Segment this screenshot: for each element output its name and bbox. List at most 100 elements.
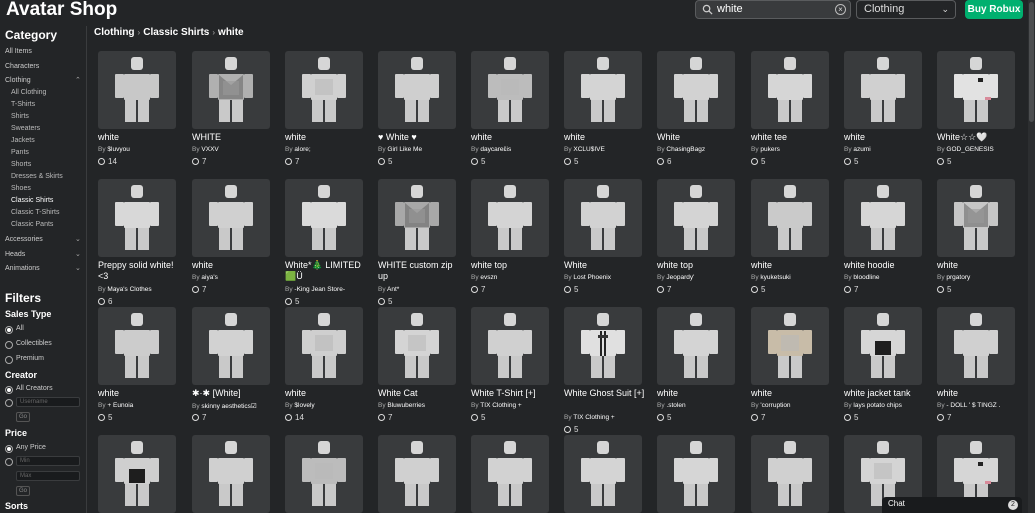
creator-name[interactable]: kyuketsuki [760, 274, 790, 281]
item-name[interactable]: white jacket tank [844, 388, 926, 399]
creator-name[interactable]: Bluwuberries [387, 402, 425, 409]
creator-username-input[interactable]: Username [16, 397, 80, 407]
sidebar-sub-t-shirts[interactable]: T-Shirts [11, 101, 35, 108]
creator-name[interactable]: TIX Clothing + [573, 414, 614, 421]
item-name[interactable]: white top [471, 260, 553, 271]
scrollbar-thumb[interactable] [1029, 2, 1034, 122]
sidebar-sub-shorts[interactable]: Shorts [11, 161, 31, 168]
item-thumbnail[interactable] [471, 179, 549, 257]
item-thumbnail[interactable] [378, 307, 456, 385]
item-name[interactable]: white [98, 388, 180, 399]
creator-name[interactable]: GOD_GENESIS [946, 146, 993, 153]
breadcrumb-classic-shirts[interactable]: Classic Shirts [143, 27, 209, 38]
breadcrumb-clothing[interactable]: Clothing [94, 27, 135, 38]
item-name[interactable]: white [937, 388, 1019, 399]
sidebar-sub-classic-t-shirts[interactable]: Classic T-Shirts [11, 209, 60, 216]
item-name[interactable]: white [98, 132, 180, 143]
sales-type-collectibles-label[interactable]: Collectibles [16, 340, 52, 347]
item-thumbnail[interactable] [471, 307, 549, 385]
item-creator[interactable]: By daycareɛ̈is [471, 146, 511, 153]
item-creator[interactable]: By lays potato chips [844, 402, 902, 409]
price-any-label[interactable]: Any Price [16, 444, 46, 451]
item-thumbnail[interactable] [192, 307, 270, 385]
item-thumbnail[interactable] [285, 435, 363, 513]
sidebar-item-heads[interactable]: Heads [5, 251, 25, 258]
item-thumbnail[interactable] [98, 435, 176, 513]
item-thumbnail[interactable] [564, 435, 642, 513]
item-name[interactable]: white [751, 260, 833, 271]
sales-type-collectibles-radio[interactable] [5, 341, 13, 349]
item-name[interactable]: White*🎄 LIMITED🟩Ü [285, 260, 367, 282]
item-thumbnail[interactable] [564, 51, 642, 129]
sidebar-sub-classic-shirts[interactable]: Classic Shirts [11, 197, 53, 204]
item-creator[interactable]: By 'corruption [751, 402, 791, 409]
item-thumbnail[interactable] [192, 435, 270, 513]
sales-type-all-label[interactable]: All [16, 325, 24, 332]
item-thumbnail[interactable] [751, 51, 829, 129]
creator-name[interactable]: - DOLL ' $ TINGZ . [946, 402, 1000, 409]
item-creator[interactable]: By alore; [285, 146, 311, 153]
item-creator[interactable]: By - DOLL ' $ TINGZ . [937, 402, 1000, 409]
item-thumbnail[interactable] [285, 179, 363, 257]
item-creator[interactable]: By skinny aesthetics☑ [192, 402, 257, 410]
sidebar-sub-shoes[interactable]: Shoes [11, 185, 31, 192]
creator-name[interactable]: azumi [853, 146, 870, 153]
item-name[interactable]: WHITE [192, 132, 274, 143]
creator-name[interactable]: Lost Phoenix [573, 274, 611, 281]
item-thumbnail[interactable] [378, 51, 456, 129]
creator-name[interactable]: lays potato chips [853, 402, 901, 409]
item-name[interactable]: White T-Shirt [+] [471, 388, 553, 399]
item-thumbnail[interactable] [564, 179, 642, 257]
sidebar-sub-sweaters[interactable]: Sweaters [11, 125, 40, 132]
item-name[interactable]: white [564, 132, 646, 143]
item-creator[interactable]: By Maya's Clothes [98, 286, 152, 293]
creator-name[interactable]: $lovely [294, 402, 314, 409]
sidebar-item-accessories[interactable]: Accessories [5, 236, 43, 243]
creator-name[interactable]: ChasingBagz [666, 146, 705, 153]
item-name[interactable]: white hoodie [844, 260, 926, 271]
item-thumbnail[interactable] [471, 435, 549, 513]
price-range-radio[interactable] [5, 458, 13, 466]
item-creator[interactable]: By kyuketsuki [751, 274, 791, 281]
creator-name[interactable]: Jeopardy' [666, 274, 694, 281]
chevron-down-icon[interactable]: ⌄ [75, 235, 81, 243]
category-select[interactable]: Clothing ⌄ [856, 0, 956, 19]
item-name[interactable]: white [657, 388, 739, 399]
item-name[interactable]: white [751, 388, 833, 399]
clear-icon[interactable]: × [835, 4, 846, 15]
sales-type-premium-radio[interactable] [5, 356, 13, 364]
creator-username-radio[interactable] [5, 399, 13, 407]
sidebar-sub-all-clothing[interactable]: All Clothing [11, 89, 46, 96]
item-name[interactable]: White [564, 260, 646, 271]
chevron-down-icon[interactable]: ⌄ [75, 250, 81, 258]
item-name[interactable]: WHITE custom zip up [378, 260, 460, 282]
item-creator[interactable]: By -King Jean Store- [285, 286, 345, 293]
sidebar-sub-classic-pants[interactable]: Classic Pants [11, 221, 53, 228]
item-creator[interactable]: By XCLU$IVE [564, 146, 605, 153]
item-creator[interactable]: By Lost Phoenix [564, 274, 611, 281]
item-thumbnail[interactable] [751, 179, 829, 257]
item-creator[interactable]: By bloodline [844, 274, 879, 281]
sidebar-sub-jackets[interactable]: Jackets [11, 137, 35, 144]
item-thumbnail[interactable] [98, 179, 176, 257]
item-thumbnail[interactable] [471, 51, 549, 129]
creator-name[interactable]: VXXV [201, 146, 218, 153]
item-name[interactable]: White Ghost Suit [+] [564, 388, 646, 399]
item-thumbnail[interactable] [751, 307, 829, 385]
creator-name[interactable]: -King Jean Store- [294, 286, 345, 293]
chat-bar[interactable]: Chat 2 [882, 497, 1022, 513]
item-name[interactable]: white [937, 260, 1019, 271]
item-creator[interactable]: By TIX Clothing + [471, 402, 522, 409]
item-creator[interactable]: By GOD_GENESIS [937, 146, 994, 153]
item-name[interactable]: White☆☆🤍 [937, 132, 1019, 143]
item-creator[interactable]: By + Eunoia [98, 402, 133, 409]
item-thumbnail[interactable] [285, 51, 363, 129]
sidebar-sub-dresses-skirts[interactable]: Dresses & Skirts [11, 173, 63, 180]
price-go-button[interactable]: Go [16, 486, 30, 496]
item-creator[interactable]: By TIX Clothing + [564, 414, 615, 421]
item-creator[interactable]: By Bluwuberries [378, 402, 425, 409]
buy-robux-button[interactable]: Buy Robux [965, 0, 1023, 19]
item-creator[interactable]: By VXXV [192, 146, 219, 153]
search-box[interactable]: white × [695, 0, 851, 19]
item-thumbnail[interactable] [844, 179, 922, 257]
